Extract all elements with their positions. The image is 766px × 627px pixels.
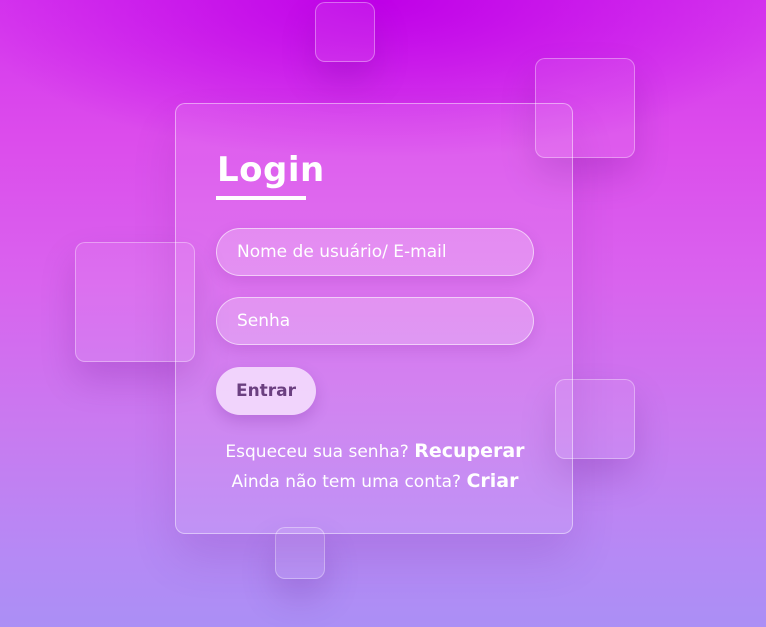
forgot-password-line: Esqueceu sua senha? Recuperar (176, 440, 574, 463)
create-account-link[interactable]: Criar (466, 470, 518, 492)
recover-password-link[interactable]: Recuperar (414, 440, 524, 462)
title-underline (216, 196, 306, 200)
login-form: Login Entrar Esqueceu sua senha? Recuper… (175, 103, 573, 534)
signup-line: Ainda não tem uma conta? Criar (176, 470, 574, 493)
login-button[interactable]: Entrar (216, 367, 316, 415)
forgot-password-text: Esqueceu sua senha? (225, 442, 409, 462)
password-input[interactable] (216, 297, 534, 345)
username-input[interactable] (216, 228, 534, 276)
decorative-glass-square (275, 527, 325, 579)
login-title: Login (217, 150, 325, 190)
decorative-glass-square (315, 2, 375, 62)
signup-text: Ainda não tem uma conta? (231, 472, 462, 492)
